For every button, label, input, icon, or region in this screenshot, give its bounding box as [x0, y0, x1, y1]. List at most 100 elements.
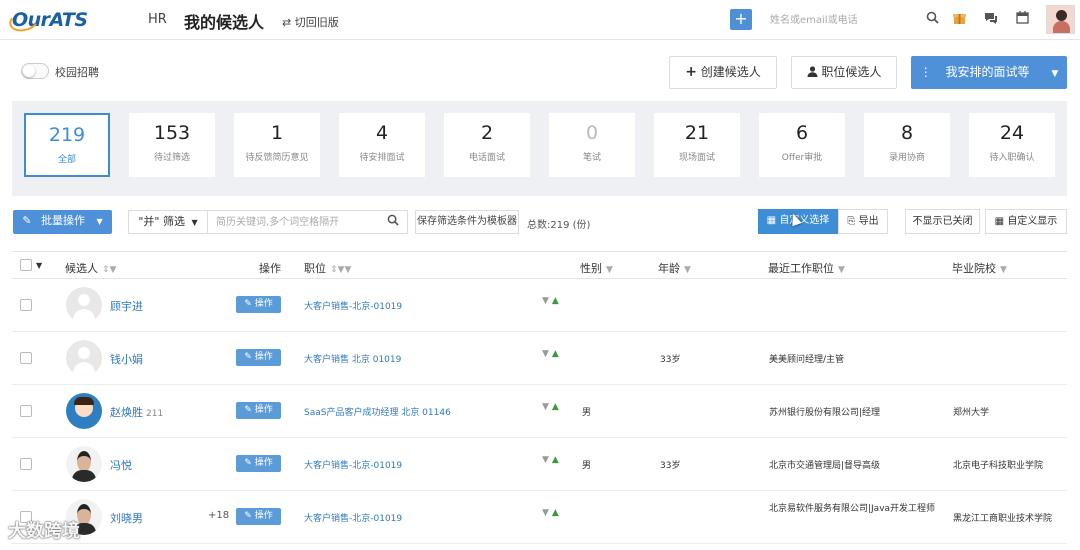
stat-card-phone[interactable]: 2 电话面试: [444, 113, 530, 177]
logo[interactable]: OurATS: [6, 7, 88, 35]
recent-job-cell: 苏州银行股份有限公司|经理: [769, 408, 881, 418]
stat-card-feedback[interactable]: 1 待反馈简历意见: [234, 113, 320, 177]
filter-icon[interactable]: ▼: [542, 508, 549, 518]
switch-old-version-link[interactable]: ⇄ 切回旧版: [282, 14, 339, 30]
header-age[interactable]: 年龄 ▼: [658, 260, 691, 276]
operation-button[interactable]: ✎ 操作: [236, 349, 281, 366]
custom-display-button[interactable]: ▦ 自定义显示: [985, 209, 1067, 234]
header-gender[interactable]: 性别 ▼: [580, 260, 613, 276]
chart-icon[interactable]: ▲: [552, 402, 559, 412]
candidate-name[interactable]: 钱小娟: [110, 351, 146, 367]
candidate-name[interactable]: 刘晓男: [110, 510, 146, 526]
position-candidates-button[interactable]: 职位候选人: [791, 56, 897, 89]
header-candidate[interactable]: 候选人 ⇕▼: [65, 260, 116, 276]
candidate-name-text[interactable]: 赵焕胜: [110, 406, 143, 419]
operation-label: 操作: [254, 352, 273, 362]
stat-card-written[interactable]: 0 笔试: [549, 113, 635, 177]
stat-card-onsite[interactable]: 21 现场面试: [654, 113, 740, 177]
candidate-name-text[interactable]: 刘晓男: [110, 512, 143, 525]
gift-icon[interactable]: [951, 11, 967, 27]
filter-icon[interactable]: ▼: [606, 265, 613, 275]
candidate-name-text[interactable]: 冯悦: [110, 459, 132, 472]
calendar-icon[interactable]: [1014, 11, 1030, 27]
sort-filter-icon[interactable]: ⇕▼: [102, 265, 116, 275]
wand-icon: ✎: [244, 511, 252, 521]
row-checkbox[interactable]: [20, 352, 32, 364]
my-interviews-dropdown[interactable]: ⋮ 我安排的面试等 ▼: [911, 56, 1067, 89]
candidate-name[interactable]: 冯悦: [110, 457, 135, 473]
global-search-input[interactable]: [770, 10, 920, 30]
operation-button[interactable]: ✎ 操作: [236, 455, 281, 472]
stat-label: 现场面试: [678, 153, 715, 163]
create-candidate-button[interactable]: + 创建候选人: [669, 56, 777, 89]
table-row[interactable]: 赵焕胜 211 ✎ 操作 SaaS产品客户成功经理 北京 01146 ▼ ▲ 男 苏…: [12, 385, 1067, 438]
role-label: HR: [148, 12, 167, 27]
more-count-badge[interactable]: +18: [208, 510, 229, 521]
position-link[interactable]: 大客户销售-北京-01019: [304, 511, 402, 524]
candidate-name-text[interactable]: 钱小娟: [110, 353, 143, 366]
table-row[interactable]: 顾宇进 ✎ 操作 大客户销售-北京-01019 ▼ ▲: [12, 279, 1067, 332]
filter-icon[interactable]: ▼: [542, 349, 549, 359]
row-mini-icons: ▼ ▲: [542, 296, 559, 306]
header-position[interactable]: 职位 ⇕▼▼: [304, 260, 351, 276]
page-title: 我的候选人: [184, 13, 265, 32]
row-checkbox[interactable]: [20, 405, 32, 417]
add-button[interactable]: +: [730, 9, 752, 30]
search-icon[interactable]: [387, 214, 399, 229]
chart-icon[interactable]: ▲: [552, 296, 559, 306]
campus-recruit-label: 校园招聘: [55, 66, 99, 79]
select-all-checkbox[interactable]: [20, 259, 32, 271]
operation-button[interactable]: ✎ 操作: [236, 296, 281, 313]
hide-closed-button[interactable]: 不显示已关闭: [905, 209, 980, 234]
chart-icon[interactable]: ▲: [552, 455, 559, 465]
candidate-name-text[interactable]: 顾宇进: [110, 300, 143, 313]
row-mini-icons: ▼ ▲: [542, 508, 559, 518]
candidate-avatar: [66, 287, 102, 323]
filter-icon[interactable]: ▼: [684, 265, 691, 275]
filter-icon[interactable]: ▼: [542, 296, 549, 306]
campus-recruit-toggle[interactable]: [21, 63, 49, 79]
candidate-name[interactable]: 赵焕胜 211: [110, 404, 163, 420]
position-link[interactable]: 大客户销售-北京-01019: [304, 458, 402, 471]
stat-number: 153: [153, 122, 191, 144]
and-filter-dropdown[interactable]: "并" 筛选 ▼: [128, 210, 208, 234]
stat-card-schedule[interactable]: 4 待安排面试: [339, 113, 425, 177]
stat-card-screening[interactable]: 153 待过筛选: [129, 113, 215, 177]
table-row[interactable]: 冯悦 ✎ 操作 大客户销售-北京-01019 ▼ ▲ 男 33岁 北京市交通管理局…: [12, 438, 1067, 491]
header-school[interactable]: 毕业院校 ▼: [952, 260, 1007, 276]
operation-button[interactable]: ✎ 操作: [236, 402, 281, 419]
user-avatar[interactable]: [1046, 5, 1075, 34]
filter-icon[interactable]: ▼: [1000, 265, 1007, 275]
position-link[interactable]: SaaS产品客户成功经理 北京 01146: [304, 405, 451, 418]
stat-card-all[interactable]: 219 全部: [24, 113, 110, 177]
create-candidate-label: 创建候选人: [700, 65, 761, 79]
filter-icon[interactable]: ▼: [542, 455, 549, 465]
caret-down-icon[interactable]: ▼: [36, 261, 42, 270]
chart-icon[interactable]: ▲: [552, 349, 559, 359]
row-checkbox[interactable]: [20, 458, 32, 470]
header-recent-job[interactable]: 最近工作职位 ▼: [768, 260, 845, 276]
table-row[interactable]: 刘晓男 +18 ✎ 操作 大客户销售-北京-01019 ▼ ▲ 北京易软件服务有限…: [12, 491, 1067, 544]
row-checkbox[interactable]: [20, 299, 32, 311]
search-icon[interactable]: [924, 11, 940, 27]
position-link[interactable]: 大客户销售 北京 01019: [304, 352, 401, 365]
chart-icon[interactable]: ▲: [552, 508, 559, 518]
sort-filter-icon[interactable]: ⇕▼▼: [330, 265, 351, 275]
save-filter-button[interactable]: 保存筛选条件为模板器: [415, 210, 519, 234]
header-recent-job-label: 最近工作职位: [768, 262, 834, 275]
header-gender-label: 性别: [580, 262, 602, 275]
operation-button[interactable]: ✎ 操作: [236, 508, 281, 525]
batch-operations-button[interactable]: ✎ 批量操作 ▼: [13, 210, 112, 234]
chat-icon[interactable]: [983, 11, 999, 27]
stat-card-negotiation[interactable]: 8 录用协商: [864, 113, 950, 177]
filter-icon[interactable]: ▼: [542, 402, 549, 412]
export-button[interactable]: ⎘ 导出: [838, 209, 888, 234]
table-row[interactable]: 钱小娟 ✎ 操作 大客户销售 北京 01019 ▼ ▲ 33岁 美美顾问经理/主管: [12, 332, 1067, 385]
stat-card-offer[interactable]: 6 Offer审批: [759, 113, 845, 177]
stat-card-onboard[interactable]: 24 待入职确认: [969, 113, 1055, 177]
filter-icon[interactable]: ▼: [838, 265, 845, 275]
candidate-name[interactable]: 顾宇进: [110, 298, 146, 314]
keyword-search-input[interactable]: [208, 210, 408, 234]
candidate-avatar: [66, 340, 102, 376]
position-link[interactable]: 大客户销售-北京-01019: [304, 299, 402, 312]
